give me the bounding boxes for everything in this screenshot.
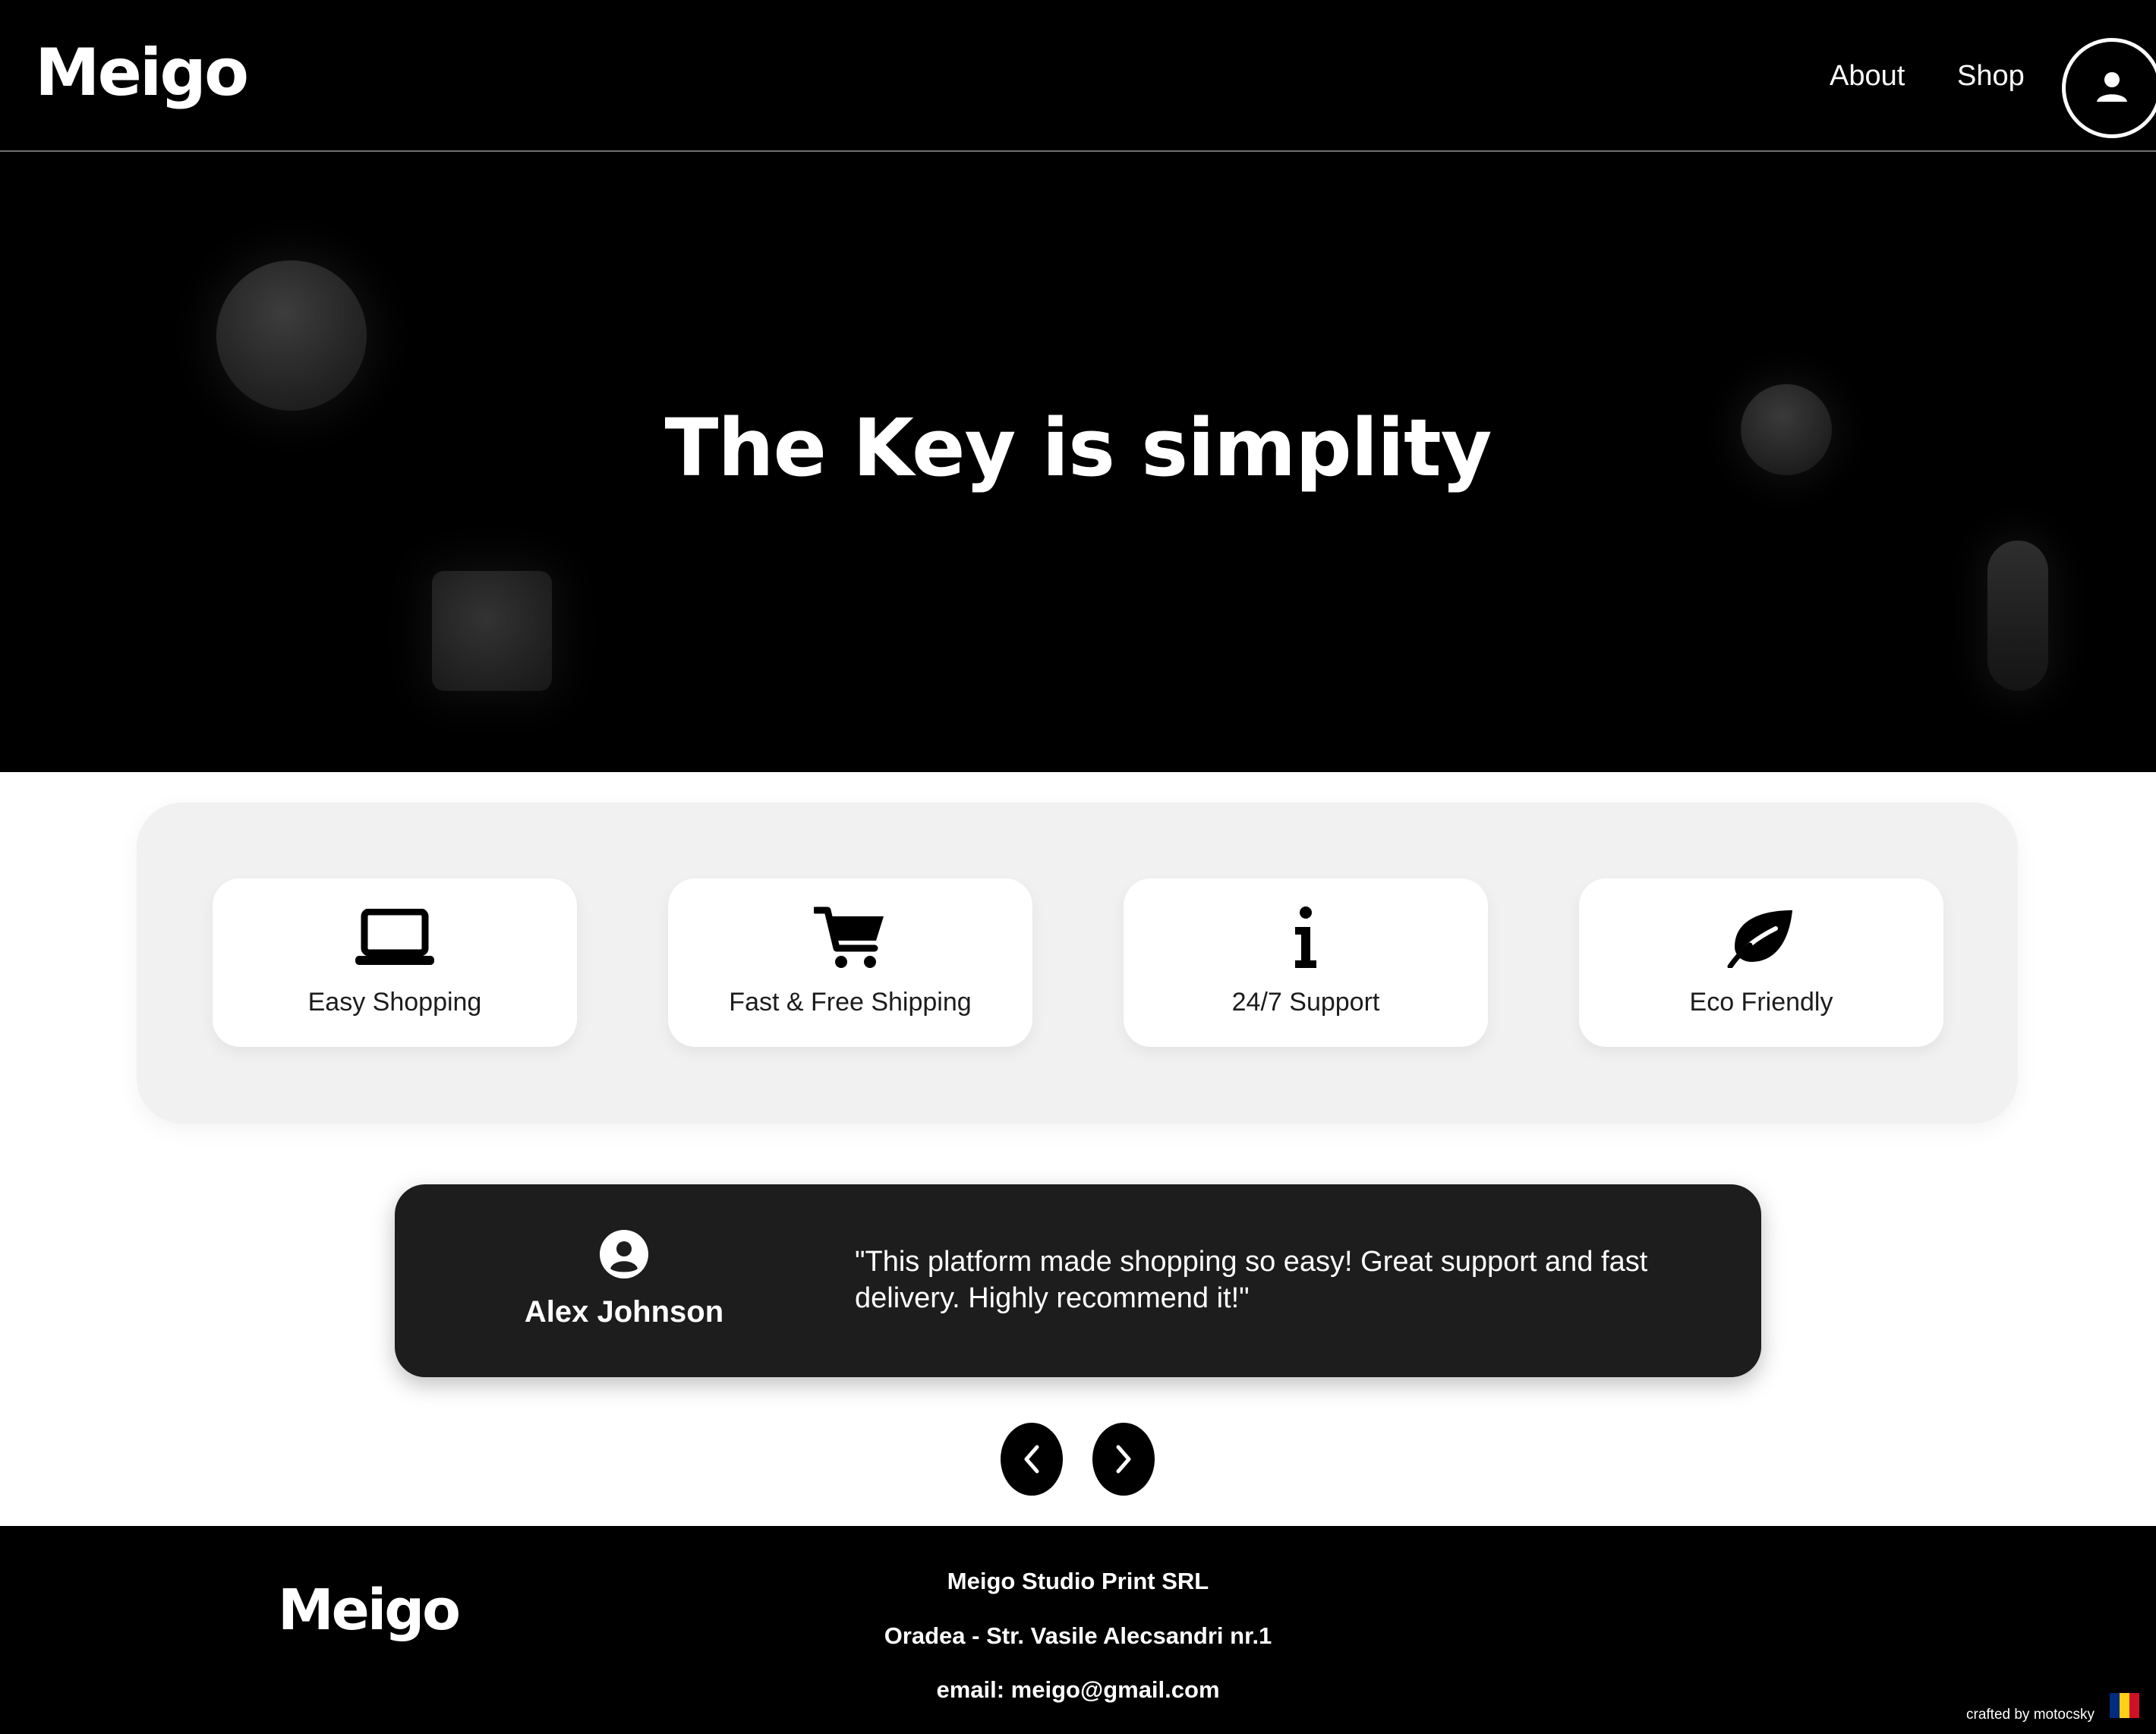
nav-about-link[interactable]: About bbox=[1830, 53, 1905, 99]
feature-label: Easy Shopping bbox=[307, 988, 482, 1017]
feature-card-support: 24/7 Support bbox=[1124, 878, 1488, 1047]
feature-label: 24/7 Support bbox=[1231, 988, 1380, 1017]
feature-card-easy-shopping: Easy Shopping bbox=[213, 878, 577, 1047]
flag-stripe-yellow bbox=[2120, 1693, 2129, 1718]
testimonial-card: Alex Johnson "This platform made shoppin… bbox=[395, 1184, 1761, 1377]
leaf-icon bbox=[1727, 910, 1792, 968]
header-logo[interactable]: Meigo bbox=[35, 35, 249, 111]
romania-flag-icon bbox=[2110, 1693, 2139, 1718]
user-circle-icon bbox=[600, 1230, 648, 1278]
chevron-left-icon bbox=[1024, 1445, 1039, 1474]
footer-email[interactable]: email: meigo@gmail.com bbox=[0, 1673, 2156, 1707]
feature-label: Eco Friendly bbox=[1689, 988, 1833, 1017]
testimonial-author: Alex Johnson bbox=[524, 1295, 724, 1329]
flag-stripe-blue bbox=[2110, 1693, 2120, 1718]
footer-address: Oradea - Str. Vasile Alecsandri nr.1 bbox=[884, 1622, 1272, 1649]
footer-company: Meigo Studio Print SRL bbox=[947, 1568, 1209, 1594]
feature-label: Fast & Free Shipping bbox=[729, 988, 972, 1017]
carousel-prev-button[interactable] bbox=[1001, 1423, 1063, 1496]
site-header: Meigo About Shop bbox=[0, 0, 2156, 152]
flag-stripe-red bbox=[2129, 1693, 2139, 1718]
account-button[interactable] bbox=[2062, 38, 2156, 138]
chevron-right-icon bbox=[1116, 1445, 1131, 1474]
feature-card-eco: Eco Friendly bbox=[1579, 878, 1943, 1047]
testimonial-quote: "This platform made shopping so easy! Gr… bbox=[855, 1246, 1648, 1314]
decorative-cube bbox=[432, 571, 552, 691]
footer-credit[interactable]: crafted by motocsky bbox=[1966, 1705, 2095, 1725]
user-circle-icon bbox=[2097, 72, 2127, 102]
hero-section: The Key is simplity bbox=[0, 152, 2156, 772]
decorative-capsule bbox=[1987, 541, 2048, 691]
decorative-sphere bbox=[216, 260, 367, 411]
laptop-icon bbox=[355, 909, 434, 965]
hero-title: The Key is simplity bbox=[664, 402, 1492, 494]
feature-card-shipping: Fast & Free Shipping bbox=[668, 878, 1032, 1047]
carousel-next-button[interactable] bbox=[1092, 1423, 1155, 1496]
features-panel: Easy Shopping Fast & Free Shipping 24/7 … bbox=[137, 802, 2018, 1124]
info-icon bbox=[1295, 906, 1316, 968]
site-footer: Meigo Meigo Studio Print SRL Oradea - St… bbox=[0, 1526, 2156, 1734]
cart-icon bbox=[814, 906, 884, 968]
nav-shop-link[interactable]: Shop bbox=[1957, 53, 2025, 99]
